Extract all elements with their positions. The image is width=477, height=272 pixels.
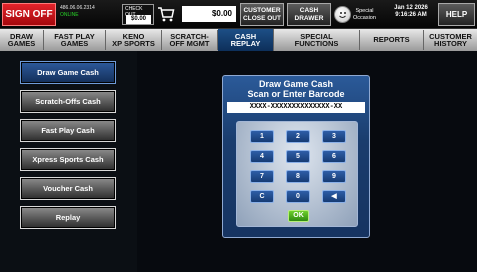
tab-label: SCRATCH- OFF MGMT bbox=[169, 31, 210, 48]
tab-special-functions[interactable]: SPECIAL FUNCTIONS bbox=[274, 30, 360, 50]
checkout-box[interactable]: CHECK OUT $0.00 bbox=[122, 4, 154, 25]
key-8[interactable]: 8 bbox=[286, 170, 310, 183]
key-5[interactable]: 5 bbox=[286, 150, 310, 163]
key-0[interactable]: 0 bbox=[286, 190, 310, 203]
barcode-input[interactable]: XXXX-XXXXXXXXXXXXXX-XX bbox=[227, 102, 365, 113]
current-date: Jan 12 2026 bbox=[394, 5, 428, 11]
barcode-dialog: Draw Game Cash Scan or Enter Barcode XXX… bbox=[222, 75, 370, 238]
key-3[interactable]: 3 bbox=[322, 130, 346, 143]
sign-off-button[interactable]: SIGN OFF bbox=[2, 3, 56, 26]
tab-label: CUSTOMER HISTORY bbox=[429, 31, 472, 48]
special-occasion-button[interactable]: Special Occasion bbox=[334, 4, 386, 25]
key-6[interactable]: 6 bbox=[322, 150, 346, 163]
date-time: Jan 12 2026 9:16:26 AM bbox=[388, 5, 434, 19]
help-label: HELP bbox=[445, 9, 468, 19]
key-1[interactable]: 1 bbox=[250, 130, 274, 143]
main-nav-tabs: DRAW GAMES FAST PLAY GAMES KENO XP SPORT… bbox=[0, 29, 477, 51]
scratch-offs-cash-button[interactable]: Scratch-Offs Cash bbox=[20, 90, 116, 113]
tab-cash-replay[interactable]: CASH REPLAY bbox=[218, 29, 274, 51]
cash-drawer-button[interactable]: CASH DRAWER bbox=[287, 3, 331, 26]
terminal-info: 486.06.06.2314 ONLINE bbox=[60, 5, 118, 19]
tab-scratch-off-mgmt[interactable]: SCRATCH- OFF MGMT bbox=[162, 30, 218, 50]
tab-label: REPORTS bbox=[373, 35, 410, 45]
key-9[interactable]: 9 bbox=[322, 170, 346, 183]
dialog-title-line2: Scan or Enter Barcode bbox=[247, 89, 345, 99]
ok-button[interactable]: OK bbox=[288, 210, 309, 222]
replay-button[interactable]: Replay bbox=[20, 206, 116, 229]
xpress-sports-cash-button[interactable]: Xpress Sports Cash bbox=[20, 148, 116, 171]
tab-label: KENO XP SPORTS bbox=[112, 31, 155, 48]
checkout-amount: $0.00 bbox=[126, 15, 151, 24]
current-time: 9:16:26 AM bbox=[395, 12, 427, 18]
cash-drawer-label: CASH DRAWER bbox=[294, 6, 324, 22]
fast-play-cash-button[interactable]: Fast Play Cash bbox=[20, 119, 116, 142]
tab-keno-xp-sports[interactable]: KENO XP SPORTS bbox=[106, 30, 162, 50]
draw-game-cash-button[interactable]: Draw Game Cash bbox=[20, 61, 116, 84]
key-4[interactable]: 4 bbox=[250, 150, 274, 163]
terminal-id: 486.06.06.2314 bbox=[60, 5, 95, 11]
dialog-title-line1: Draw Game Cash bbox=[258, 79, 334, 89]
special-occasion-label: Special Occasion bbox=[353, 8, 376, 21]
terminal-status: ONLINE bbox=[60, 12, 79, 18]
balance-display: $0.00 bbox=[182, 6, 236, 22]
customer-closeout-label: CUSTOMER CLOSE OUT bbox=[243, 6, 281, 22]
voucher-cash-button[interactable]: Voucher Cash bbox=[20, 177, 116, 200]
smiley-face-icon bbox=[334, 6, 351, 23]
key-7[interactable]: 7 bbox=[250, 170, 274, 183]
shopping-cart-icon[interactable] bbox=[157, 5, 175, 23]
key-2[interactable]: 2 bbox=[286, 130, 310, 143]
tab-label: FAST PLAY GAMES bbox=[54, 31, 95, 48]
tab-label: SPECIAL FUNCTIONS bbox=[294, 31, 339, 48]
tab-label: DRAW GAMES bbox=[7, 31, 36, 48]
tab-fast-play-games[interactable]: FAST PLAY GAMES bbox=[44, 30, 106, 50]
cash-replay-menu: Draw Game Cash Scratch-Offs Cash Fast Pl… bbox=[0, 51, 137, 272]
numeric-keypad: 1 2 3 4 5 6 7 8 9 C 0 ◀ OK bbox=[236, 121, 358, 227]
tab-draw-games[interactable]: DRAW GAMES bbox=[0, 30, 44, 50]
tab-reports[interactable]: REPORTS bbox=[360, 30, 424, 50]
tab-label: CASH REPLAY bbox=[230, 31, 261, 48]
help-button[interactable]: HELP bbox=[438, 3, 475, 26]
tab-customer-history[interactable]: CUSTOMER HISTORY bbox=[424, 30, 477, 50]
main-content: Draw Game Cash Scratch-Offs Cash Fast Pl… bbox=[0, 51, 477, 272]
backspace-icon[interactable]: ◀ bbox=[322, 190, 346, 203]
top-status-bar: SIGN OFF 486.06.06.2314 ONLINE CHECK OUT… bbox=[0, 0, 477, 29]
key-clear[interactable]: C bbox=[250, 190, 274, 203]
dialog-title: Draw Game Cash Scan or Enter Barcode bbox=[223, 79, 369, 99]
customer-closeout-button[interactable]: CUSTOMER CLOSE OUT bbox=[240, 3, 284, 26]
